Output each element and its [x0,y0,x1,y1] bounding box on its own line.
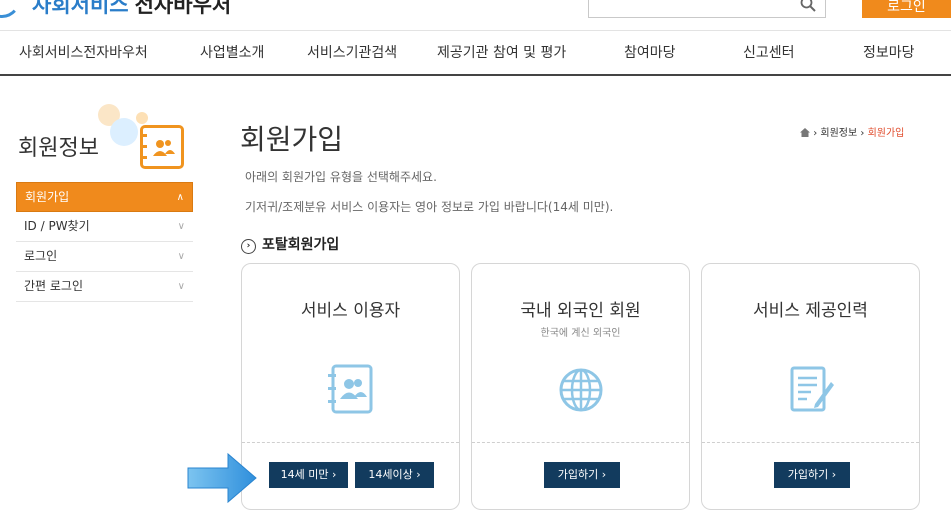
card-divider [702,442,919,443]
signup-provider-button[interactable]: 가입하기 › [774,462,850,488]
breadcrumb-item[interactable]: 회원정보 [820,128,857,139]
search-icon[interactable] [800,0,816,12]
sidebar-item-login[interactable]: 로그인 ∨ [16,242,193,272]
card-title: 서비스 제공인력 [753,301,868,321]
card-provider-staff: 서비스 제공인력 가입하기 › [701,263,920,510]
nav-item-info[interactable]: 정보마당 [863,31,915,75]
logo-text-blue: 사회서비스 [32,0,129,17]
card-divider [472,442,689,443]
decor-circle [110,118,138,146]
login-button[interactable]: 로그인 [862,0,951,18]
top-header: 사회서비스 전자바우처 로그인 [0,0,951,28]
card-title: 국내 외국인 회원 [520,301,641,321]
pointer-arrow-icon [187,452,257,504]
nav-item-search-agency[interactable]: 서비스기관검색 [307,31,397,75]
decor-circle [136,112,148,124]
signup-over14-button[interactable]: 14세이상 › [355,462,434,488]
home-icon[interactable] [800,128,810,137]
breadcrumb-current: 회원가입 [867,128,905,139]
page-title: 회원가입 [240,123,344,156]
card-subtitle: 한국에 계신 외국인 [540,328,621,339]
section-title-text: 포탈회원가입 [262,237,340,253]
card-foreigner: 국내 외국인 회원 한국에 계신 외국인 가입하기 › [471,263,690,510]
sidebar-menu: 회원가입 ∧ ID / PW찾기 ∨ 로그인 ∨ 간편 로그인 ∨ [16,182,193,302]
logo-text-dark: 전자바우처 [134,0,232,17]
card-service-user: 서비스 이용자 14세 미만 › 14세이상 › [241,263,460,510]
nav-item-participation[interactable]: 참여마당 [624,31,676,75]
document-edit-icon [790,366,834,412]
nav-item-provider-eval[interactable]: 제공기관 참여 및 평가 [437,31,566,75]
sidebar-title: 회원정보 [18,136,99,161]
intro-text: 아래의 회원가입 유형을 선택해주세요. [245,170,437,184]
member-book-icon [140,125,184,169]
main-nav: 사회서비스전자바우처 사업별소개 서비스기관검색 제공기관 참여 및 평가 참여… [0,30,951,76]
sidebar-item-find-idpw[interactable]: ID / PW찾기 ∨ [16,212,193,242]
nav-item-voucher[interactable]: 사회서비스전자바우처 [19,31,148,75]
card-divider [242,442,459,443]
contacts-book-icon [327,364,372,414]
sidebar-item-easy-login[interactable]: 간편 로그인 ∨ [16,272,193,302]
card-title: 서비스 이용자 [300,301,401,321]
chevron-down-icon: ∨ [177,251,185,262]
nav-item-business[interactable]: 사업별소개 [200,31,264,75]
chevron-down-icon: ∨ [177,221,185,232]
chevron-down-icon: ∨ [177,281,185,292]
section-title: › 포탈회원가입 [241,234,339,254]
sidebar-item-signup[interactable]: 회원가입 ∧ [16,182,193,212]
breadcrumb: › 회원정보 › 회원가입 [800,124,904,139]
notice-text: 기저귀/조제분유 서비스 이용자는 영아 정보로 가입 바랍니다(14세 미만)… [245,200,614,214]
signup-under14-button[interactable]: 14세 미만 › [269,462,348,488]
breadcrumb-separator: › [860,128,868,139]
chevron-up-icon: ∧ [176,192,184,203]
sidebar-item-label: 로그인 [24,249,58,263]
chevron-right-circle-icon: › [241,239,256,254]
globe-icon [559,368,602,412]
sidebar-item-label: 간편 로그인 [24,279,84,293]
signup-foreigner-button[interactable]: 가입하기 › [544,462,620,488]
logo-arc-icon [0,0,22,18]
sidebar-item-label: 회원가입 [25,190,70,204]
search-input[interactable] [588,0,826,18]
site-logo[interactable]: 사회서비스 전자바우처 [32,0,231,18]
nav-item-report-center[interactable]: 신고센터 [743,31,795,75]
sidebar-item-label: ID / PW찾기 [24,219,90,233]
